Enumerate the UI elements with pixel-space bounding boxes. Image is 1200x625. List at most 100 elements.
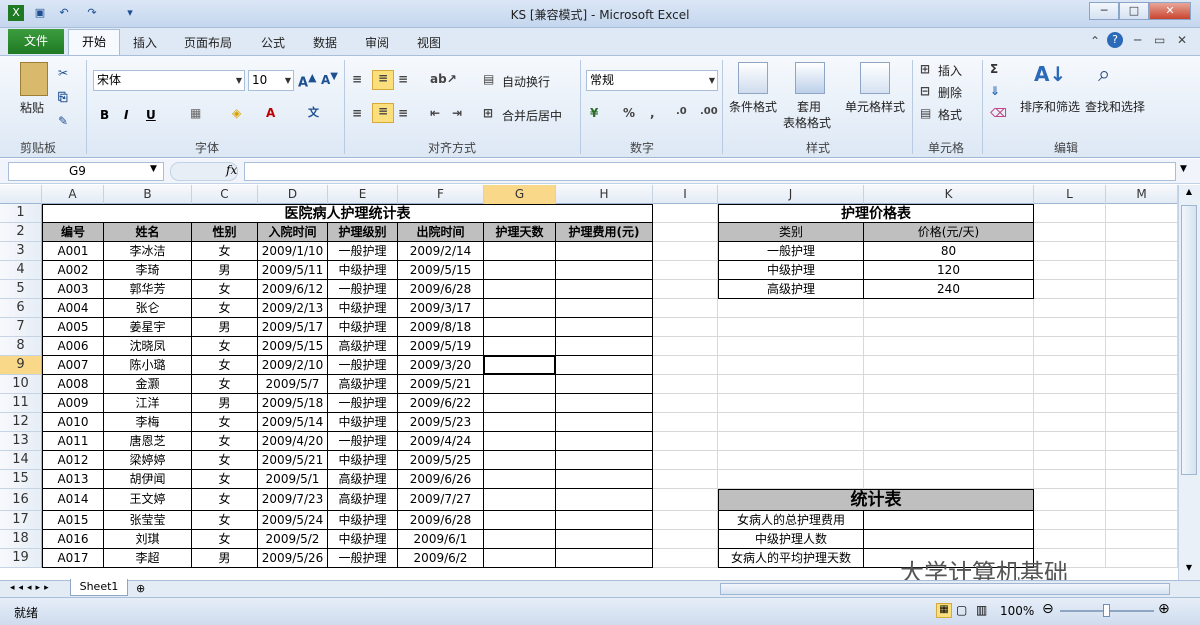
table1-cell[interactable]: 中级护理 bbox=[328, 511, 398, 530]
table1-cell[interactable]: 中级护理 bbox=[328, 451, 398, 470]
table2-title[interactable]: 护理价格表 bbox=[718, 204, 1034, 223]
table1-cell[interactable]: A006 bbox=[42, 337, 104, 356]
grid-cell[interactable] bbox=[1034, 337, 1106, 356]
zoom-level[interactable]: 100% bbox=[1000, 604, 1034, 618]
row-header-17[interactable]: 17 bbox=[0, 511, 42, 530]
grid-cell[interactable] bbox=[1106, 356, 1178, 375]
format-cells-button[interactable]: 格式 bbox=[938, 106, 962, 123]
table1-empty-cell[interactable] bbox=[484, 242, 556, 261]
table1-cell[interactable]: 男 bbox=[192, 549, 258, 568]
table1-cell[interactable]: A014 bbox=[42, 489, 104, 511]
table1-header[interactable]: 编号 bbox=[42, 223, 104, 242]
table1-cell[interactable]: 郭华芳 bbox=[104, 280, 192, 299]
fill-color-icon[interactable]: ◈ bbox=[232, 106, 241, 120]
grid-cell[interactable] bbox=[718, 413, 864, 432]
table1-empty-cell[interactable] bbox=[556, 530, 653, 549]
table1-cell[interactable]: 男 bbox=[192, 318, 258, 337]
row-header-16[interactable]: 16 bbox=[0, 489, 42, 511]
grid-cell[interactable] bbox=[1034, 356, 1106, 375]
grid-cell[interactable] bbox=[864, 470, 1034, 489]
grid-cell[interactable] bbox=[1034, 394, 1106, 413]
table1-header[interactable]: 出院时间 bbox=[398, 223, 484, 242]
underline-icon[interactable]: U bbox=[146, 108, 156, 122]
grid-cell[interactable] bbox=[864, 337, 1034, 356]
table1-cell[interactable]: 2009/6/28 bbox=[398, 511, 484, 530]
decrease-indent-icon[interactable]: ⇤ bbox=[430, 106, 440, 120]
table1-cell[interactable]: 女 bbox=[192, 432, 258, 451]
table3-title[interactable]: 统计表 bbox=[718, 489, 1034, 511]
comma-icon[interactable]: , bbox=[650, 106, 655, 120]
table1-cell[interactable]: 中级护理 bbox=[328, 413, 398, 432]
grid-cell[interactable] bbox=[1106, 204, 1178, 223]
table1-empty-cell[interactable] bbox=[484, 549, 556, 568]
grid-cell[interactable] bbox=[1106, 470, 1178, 489]
table1-empty-cell[interactable] bbox=[556, 337, 653, 356]
grid-cell[interactable] bbox=[653, 337, 718, 356]
table1-cell[interactable]: 2009/5/17 bbox=[258, 318, 328, 337]
tab-home[interactable]: 开始 bbox=[68, 29, 120, 56]
grid-cell[interactable] bbox=[864, 299, 1034, 318]
row-header-1[interactable]: 1 bbox=[0, 204, 42, 223]
table1-cell[interactable]: 2009/5/24 bbox=[258, 511, 328, 530]
table2-cell[interactable]: 高级护理 bbox=[718, 280, 864, 299]
grid-cell[interactable] bbox=[653, 470, 718, 489]
table1-cell[interactable]: 2009/5/18 bbox=[258, 394, 328, 413]
horizontal-scrollbar[interactable] bbox=[720, 583, 1170, 595]
sheet-tab-sheet1[interactable]: Sheet1 bbox=[70, 579, 128, 596]
column-header-m[interactable]: M bbox=[1106, 185, 1178, 204]
table3-label[interactable]: 女病人的总护理费用 bbox=[718, 511, 864, 530]
table1-empty-cell[interactable] bbox=[484, 432, 556, 451]
tab-review[interactable]: 审阅 bbox=[365, 34, 389, 51]
table1-empty-cell[interactable] bbox=[484, 530, 556, 549]
column-header-e[interactable]: E bbox=[328, 185, 398, 204]
percent-icon[interactable]: % bbox=[623, 106, 635, 120]
table1-empty-cell[interactable] bbox=[556, 549, 653, 568]
grid-cell[interactable] bbox=[1106, 451, 1178, 470]
grid-cell[interactable] bbox=[653, 530, 718, 549]
merge-center-icon[interactable]: ⊞ bbox=[483, 106, 493, 120]
normal-view-icon[interactable]: ▦ bbox=[936, 603, 952, 618]
grid-cell[interactable] bbox=[1034, 280, 1106, 299]
table1-cell[interactable]: 刘琪 bbox=[104, 530, 192, 549]
conditional-format-icon[interactable] bbox=[738, 62, 768, 94]
table1-cell[interactable]: 一般护理 bbox=[328, 356, 398, 375]
grid-cell[interactable] bbox=[718, 470, 864, 489]
grid-cell[interactable] bbox=[1106, 549, 1178, 568]
table1-cell[interactable]: 一般护理 bbox=[328, 432, 398, 451]
increase-indent-icon[interactable]: ⇥ bbox=[452, 106, 462, 120]
grid-cell[interactable] bbox=[1034, 470, 1106, 489]
grid-cell[interactable] bbox=[1034, 318, 1106, 337]
worksheet-grid[interactable]: 1 2 3 4 5 6 7 8 9 10 11 12 13 14 15 16 17 18 19 医院病人护理统计表 编号… bbox=[0, 204, 1178, 580]
table1-empty-cell[interactable] bbox=[484, 470, 556, 489]
column-header-b[interactable]: B bbox=[104, 185, 192, 204]
table1-cell[interactable]: 2009/6/22 bbox=[398, 394, 484, 413]
grid-cell[interactable] bbox=[864, 394, 1034, 413]
row-header-15[interactable]: 15 bbox=[0, 470, 42, 489]
table1-cell[interactable]: 2009/6/12 bbox=[258, 280, 328, 299]
tab-file[interactable]: 文件 bbox=[8, 29, 64, 54]
grid-cell[interactable] bbox=[1106, 489, 1178, 511]
grid-cell[interactable] bbox=[653, 511, 718, 530]
table1-cell[interactable]: 2009/5/2 bbox=[258, 530, 328, 549]
scroll-thumb[interactable] bbox=[1181, 205, 1197, 475]
table1-cell[interactable]: A003 bbox=[42, 280, 104, 299]
table1-cell[interactable]: A010 bbox=[42, 413, 104, 432]
table1-header[interactable]: 护理级别 bbox=[328, 223, 398, 242]
fill-icon[interactable]: ⇓ bbox=[990, 84, 1000, 98]
grid-cell[interactable] bbox=[864, 432, 1034, 451]
align-middle-icon[interactable]: ≡ bbox=[372, 70, 394, 90]
column-header-k[interactable]: K bbox=[864, 185, 1034, 204]
grid-cell[interactable] bbox=[1106, 337, 1178, 356]
table1-cell[interactable]: 中级护理 bbox=[328, 299, 398, 318]
table2-cell[interactable]: 中级护理 bbox=[718, 261, 864, 280]
grid-cell[interactable] bbox=[864, 356, 1034, 375]
grid-cell[interactable] bbox=[653, 356, 718, 375]
table1-cell[interactable]: 2009/6/26 bbox=[398, 470, 484, 489]
row-header-2[interactable]: 2 bbox=[0, 223, 42, 242]
bold-icon[interactable]: B bbox=[100, 108, 109, 122]
table1-cell[interactable]: 2009/5/14 bbox=[258, 413, 328, 432]
table1-empty-cell[interactable] bbox=[484, 489, 556, 511]
grid-cell[interactable] bbox=[653, 318, 718, 337]
grid-cell[interactable] bbox=[718, 299, 864, 318]
table1-cell[interactable]: 高级护理 bbox=[328, 489, 398, 511]
